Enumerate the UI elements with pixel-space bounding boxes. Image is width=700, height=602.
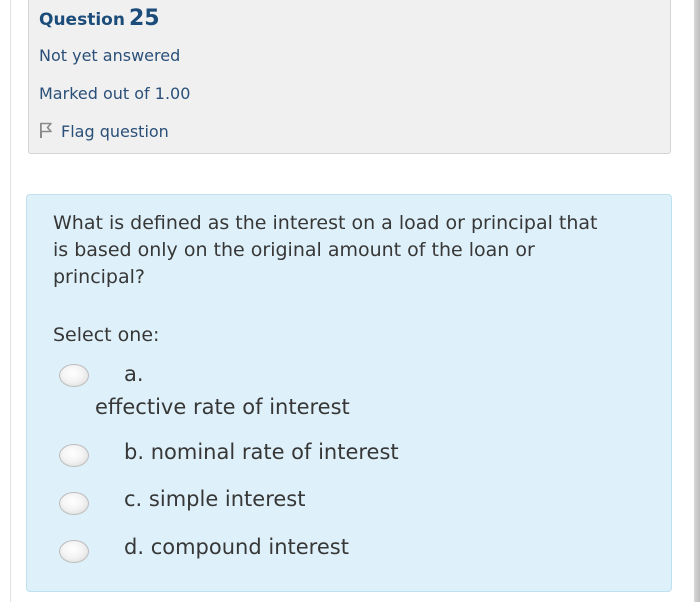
option-b-text: nominal rate of interest: [150, 440, 399, 464]
left-divider: [10, 0, 11, 602]
option-c-label[interactable]: c. simple interest: [124, 487, 305, 511]
option-d-label[interactable]: d. compound interest: [124, 535, 349, 559]
flag-icon: [39, 122, 53, 143]
option-a-label[interactable]: effective rate of interest: [95, 395, 350, 419]
question-heading: Question 25: [39, 6, 160, 31]
option-a-radio[interactable]: [59, 364, 89, 387]
question-info-panel: Question 25 Not yet answered Marked out o…: [28, 0, 671, 154]
quiz-page: Question 25 Not yet answered Marked out o…: [0, 0, 700, 602]
question-state: Not yet answered: [39, 46, 181, 65]
question-content-panel: What is defined as the interest on a loa…: [26, 194, 672, 592]
option-c-radio[interactable]: [59, 492, 89, 515]
option-c-text: simple interest: [148, 487, 306, 511]
option-d-text: compound interest: [150, 535, 349, 559]
question-number: 25: [128, 6, 160, 31]
question-word: Question: [39, 10, 125, 30]
option-c-letter: c.: [124, 487, 143, 511]
select-one-prompt: Select one:: [53, 324, 160, 346]
option-b-radio[interactable]: [59, 444, 89, 467]
question-text: What is defined as the interest on a loa…: [53, 212, 598, 288]
option-b-label[interactable]: b. nominal rate of interest: [124, 440, 399, 464]
flag-question-label: Flag question: [61, 122, 169, 141]
question-grade: Marked out of 1.00: [39, 84, 191, 103]
scrollbar[interactable]: [694, 0, 700, 602]
flag-question-link[interactable]: Flag question: [39, 122, 169, 143]
option-b-letter: b.: [124, 440, 145, 464]
option-d-letter: d.: [124, 535, 145, 559]
option-d-radio[interactable]: [59, 540, 89, 563]
option-a-letter[interactable]: a.: [124, 362, 144, 386]
